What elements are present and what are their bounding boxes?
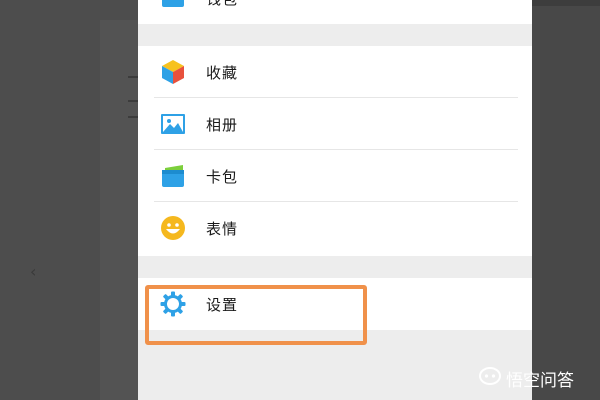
wallet-icon	[159, 0, 187, 12]
wukong-logo-icon	[478, 366, 502, 391]
album-picture-icon	[159, 110, 187, 138]
background-app-left: ‹	[0, 0, 140, 400]
background-app-right	[532, 0, 600, 400]
watermark: 悟空问答	[478, 366, 574, 391]
card-wallet-icon	[159, 162, 187, 190]
menu-item-label: 钱包	[206, 0, 238, 9]
watermark-text: 悟空问答	[506, 371, 574, 391]
menu-section-main: 收藏 相册 卡包 表情	[138, 46, 532, 256]
smiley-face-icon	[159, 214, 187, 242]
menu-item-label: 表情	[206, 219, 239, 238]
menu-item-label: 卡包	[206, 167, 239, 186]
menu-section-wallet: 钱包	[138, 0, 532, 24]
settings-highlight-box	[145, 285, 367, 345]
chevron-left-icon: ‹	[30, 262, 37, 281]
menu-item-stickers[interactable]: 表情	[138, 202, 532, 254]
favorites-cube-icon	[159, 58, 187, 86]
background-topbar	[532, 0, 600, 6]
menu-item-album[interactable]: 相册	[138, 98, 532, 150]
menu-item-wallet[interactable]: 钱包	[138, 0, 532, 24]
menu-item-card-wallet[interactable]: 卡包	[138, 150, 532, 202]
menu-item-label: 收藏	[206, 63, 239, 82]
menu-item-favorites[interactable]: 收藏	[138, 46, 532, 98]
menu-item-label: 相册	[206, 115, 239, 134]
